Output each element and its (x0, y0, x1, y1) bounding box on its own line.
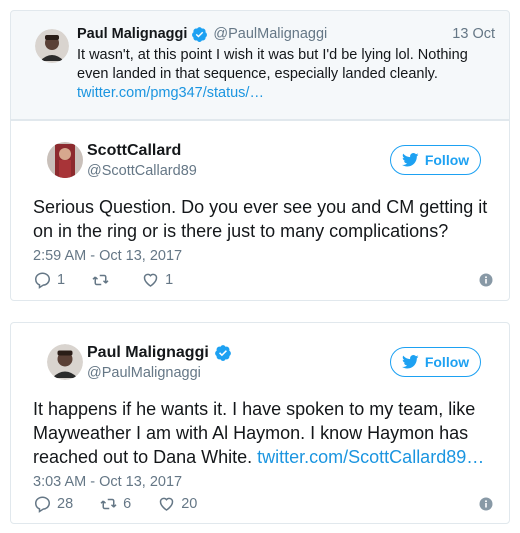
quoted-body: It wasn't, at this point I wish it was b… (77, 47, 468, 82)
like-count: 1 (165, 272, 174, 288)
avatar[interactable] (35, 29, 69, 63)
retweet-count: 6 (123, 496, 132, 512)
quoted-author-handle[interactable]: @PaulMalignaggi (213, 26, 327, 42)
heart-icon (143, 273, 158, 287)
twitter-bird-icon (401, 153, 419, 167)
quoted-timestamp[interactable]: 13 Oct (452, 26, 495, 42)
avatar[interactable] (47, 344, 83, 380)
author-name[interactable]: ScottCallard (87, 142, 181, 160)
quoted-tweet[interactable]: Paul Malignaggi @PaulMalignaggi 13 Oct I… (10, 10, 510, 120)
heart-icon (159, 497, 174, 511)
verified-icon (192, 26, 208, 42)
tweet-date[interactable]: 3:03 AM - Oct 13, 2017 (33, 474, 495, 490)
like-count: 20 (181, 496, 198, 512)
tweet-date[interactable]: 2:59 AM - Oct 13, 2017 (33, 248, 495, 264)
retweet-button[interactable]: 6 (99, 495, 131, 513)
reply-count: 1 (57, 272, 66, 288)
reply-button[interactable]: 28 (33, 495, 73, 513)
verified-icon (214, 345, 231, 361)
avatar[interactable] (47, 142, 83, 178)
tweet-card: Paul Malignaggi @PaulMalignaggi Follow I… (10, 322, 510, 524)
reply-button[interactable]: 1 (33, 271, 65, 289)
reply-icon (34, 496, 51, 513)
info-icon[interactable] (479, 273, 493, 287)
author-name[interactable]: Paul Malignaggi (87, 344, 209, 362)
quoted-text: It wasn't, at this point I wish it was b… (77, 46, 495, 103)
like-button[interactable]: 1 (141, 271, 173, 289)
follow-label: Follow (424, 152, 470, 168)
twitter-bird-icon (401, 355, 419, 369)
retweet-button[interactable] (91, 271, 115, 289)
reply-icon (34, 272, 51, 289)
retweet-icon (100, 498, 117, 510)
follow-button[interactable]: Follow (390, 145, 481, 175)
like-button[interactable]: 20 (157, 495, 197, 513)
tweet-text: Serious Question. Do you ever see you an… (33, 197, 488, 241)
reply-count: 28 (57, 496, 74, 512)
author-handle[interactable]: @PaulMalignaggi (87, 365, 201, 381)
follow-button[interactable]: Follow (390, 347, 481, 377)
quoted-link[interactable]: twitter.com/pmg347/status/… (77, 85, 264, 101)
tweet-text: It happens if he wants it. I have spoken… (33, 397, 495, 469)
info-icon[interactable] (479, 497, 493, 511)
follow-label: Follow (424, 354, 470, 370)
tweet-card: ScottCallard @ScottCallard89 Follow Seri… (10, 120, 510, 301)
tweet-link[interactable]: twitter.com/ScottCallard89… (257, 447, 484, 467)
retweet-icon (92, 274, 109, 286)
quoted-author-name[interactable]: Paul Malignaggi (77, 26, 187, 42)
author-handle[interactable]: @ScottCallard89 (87, 163, 197, 179)
